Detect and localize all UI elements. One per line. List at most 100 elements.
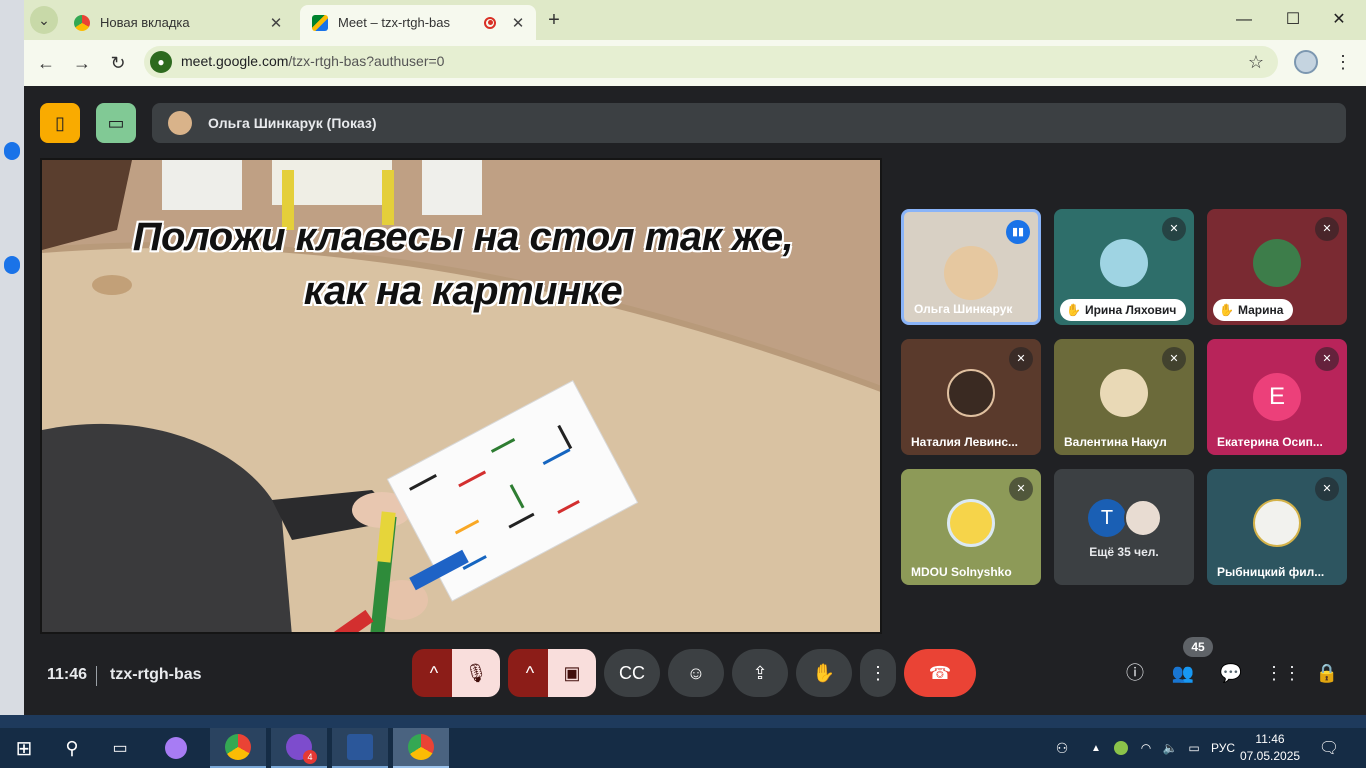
- participant-tile[interactable]: ✕ Наталия Левинс...: [901, 339, 1041, 455]
- search-icon[interactable]: ⚲: [52, 728, 92, 768]
- chat-icon[interactable]: 💬: [1217, 659, 1245, 687]
- volume-icon[interactable]: 🔈: [1160, 728, 1180, 768]
- more-participants-tile[interactable]: Т Ещё 35 чел.: [1054, 469, 1194, 585]
- emoji-icon: ☺: [686, 662, 706, 683]
- raised-hand-pill: ✋ Марина: [1213, 299, 1294, 321]
- close-tab-icon[interactable]: ✕: [266, 14, 286, 32]
- participant-name: Ольга Шинкарук: [914, 302, 1013, 316]
- raised-hand-icon: ✋: [1066, 303, 1081, 317]
- tray-date: 07.05.2025: [1240, 749, 1301, 763]
- chrome-icon: [225, 734, 251, 760]
- more-options-button[interactable]: ⋮: [860, 649, 896, 697]
- present-button[interactable]: ⇪: [732, 649, 788, 697]
- reactions-button[interactable]: ☺: [668, 649, 724, 697]
- raise-hand-icon: ✋: [812, 662, 836, 683]
- mic-off-icon: ✕: [1315, 477, 1339, 501]
- raised-hand-icon: ✋: [1219, 303, 1234, 317]
- cast-icon[interactable]: ▭: [96, 103, 136, 143]
- participant-name: Ирина Ляхович: [1084, 303, 1177, 317]
- mic-toggle-button[interactable]: 🎙: [452, 649, 500, 697]
- participant-video: [944, 246, 998, 300]
- participant-avatar: [947, 369, 995, 417]
- captions-button[interactable]: CC: [604, 649, 660, 697]
- taskbar-viber[interactable]: 4: [271, 728, 327, 768]
- language-indicator[interactable]: РУС: [1208, 728, 1238, 768]
- participant-tile[interactable]: ✕ MDOU Solnyshko: [901, 469, 1041, 585]
- tray-overflow-icon[interactable]: ▲: [1088, 728, 1104, 768]
- tab-meet[interactable]: Meet – tzx-rtgh-bas ✕: [300, 5, 536, 40]
- meeting-details-icon[interactable]: ⓘ: [1121, 659, 1149, 687]
- camera-toggle-button[interactable]: ▣: [548, 649, 596, 697]
- address-bar[interactable]: ● meet.google.com/tzx-rtgh-bas?authuser=…: [144, 46, 1278, 78]
- leave-call-button[interactable]: ☎: [904, 649, 976, 697]
- tray-time: 11:46: [1255, 732, 1285, 746]
- forward-button[interactable]: →: [70, 51, 94, 75]
- taskbar-chrome-active[interactable]: [393, 728, 449, 768]
- participant-tile[interactable]: Е ✕ Екатерина Осип...: [1207, 339, 1347, 455]
- url-path: /tzx-rtgh-bas?authuser=0: [288, 53, 445, 69]
- participant-initial-avatar: Е: [1253, 373, 1301, 421]
- presenter-avatar: [168, 111, 192, 135]
- back-button[interactable]: ←: [34, 51, 58, 75]
- raised-hand-pill: ✋ Ирина Ляхович: [1060, 299, 1187, 321]
- desktop-edge: [0, 0, 24, 715]
- participant-tile[interactable]: ✕ ✋ Ирина Ляхович: [1054, 209, 1194, 325]
- browser-menu-icon[interactable]: ⋮: [1334, 50, 1352, 74]
- people-tray-icon[interactable]: ⚇: [1050, 728, 1074, 768]
- participant-avatar: [947, 499, 995, 547]
- profile-avatar[interactable]: [1294, 50, 1318, 74]
- mic-off-icon: ✕: [1315, 347, 1339, 371]
- bookmark-star-icon[interactable]: ☆: [1248, 52, 1264, 73]
- close-tab-icon[interactable]: ✕: [508, 14, 528, 32]
- tab-search-icon[interactable]: ⌄: [30, 6, 58, 34]
- video-options-button[interactable]: ^: [508, 649, 552, 697]
- viber-badge: 4: [303, 750, 317, 764]
- minimize-button[interactable]: —: [1221, 8, 1267, 32]
- meeting-clock: 11:46: [47, 666, 88, 683]
- reload-button[interactable]: ↻: [106, 51, 130, 75]
- tab-new-tab[interactable]: Новая вкладка ✕: [62, 5, 294, 40]
- chevron-up-icon: ^: [525, 662, 535, 683]
- participant-tile[interactable]: ✕ ✋ Марина: [1207, 209, 1347, 325]
- new-tab-button[interactable]: +: [542, 8, 566, 32]
- mic-in-use-icon[interactable]: ●: [150, 51, 172, 73]
- leave-room-icon[interactable]: ▯: [40, 103, 80, 143]
- tray-app-icon[interactable]: [1112, 728, 1130, 768]
- mic-off-icon: ✕: [1009, 477, 1033, 501]
- participant-initial-avatar: Т: [1088, 499, 1126, 537]
- participant-avatar: [1253, 239, 1301, 287]
- meeting-code: tzx-rtgh-bas: [110, 666, 202, 683]
- more-participants-label: Ещё 35 чел.: [1089, 545, 1159, 559]
- alice-assistant-icon[interactable]: [156, 728, 196, 768]
- presenter-banner[interactable]: Ольга Шинкарук (Показ): [152, 103, 1346, 143]
- raise-hand-button[interactable]: ✋: [796, 649, 852, 697]
- divider: [96, 666, 97, 686]
- audio-options-button[interactable]: ^: [412, 649, 456, 697]
- people-icon[interactable]: 👥: [1169, 659, 1197, 687]
- presenter-label: Ольга Шинкарук (Показ): [208, 115, 377, 131]
- close-window-button[interactable]: ✕: [1316, 8, 1362, 32]
- taskbar-chrome[interactable]: [210, 728, 266, 768]
- notifications-icon[interactable]: 🗨: [1312, 728, 1346, 768]
- desktop-icon-fragment: [4, 256, 20, 274]
- word-icon: [347, 734, 373, 760]
- participant-name: Екатерина Осип...: [1217, 435, 1323, 449]
- tray-clock[interactable]: 11:46 07.05.2025: [1240, 731, 1300, 765]
- task-view-icon[interactable]: ▭: [100, 728, 140, 768]
- presentation-stage: Положи клавесы на стол так же, как на ка…: [40, 158, 882, 634]
- taskbar-word[interactable]: [332, 728, 388, 768]
- maximize-button[interactable]: ☐: [1270, 8, 1316, 32]
- activities-icon[interactable]: ⋮⋮: [1265, 659, 1301, 687]
- windows-start-icon[interactable]: ⊞: [4, 728, 44, 768]
- tab-title: Новая вкладка: [100, 15, 190, 30]
- hang-up-icon: ☎: [928, 662, 952, 683]
- camera-off-icon: ▣: [563, 662, 581, 683]
- url-text[interactable]: meet.google.com/tzx-rtgh-bas?authuser=0: [181, 53, 444, 69]
- participant-tile[interactable]: ▮▮ Ольга Шинкарук: [901, 209, 1041, 325]
- participant-tile[interactable]: ✕ Валентина Накул: [1054, 339, 1194, 455]
- host-controls-icon[interactable]: 🔒: [1313, 659, 1341, 687]
- battery-icon[interactable]: ▭: [1184, 728, 1204, 768]
- participant-tile[interactable]: ✕ Рыбницкий фил...: [1207, 469, 1347, 585]
- present-screen-icon: ⇪: [752, 662, 768, 683]
- network-icon[interactable]: ◠: [1136, 728, 1156, 768]
